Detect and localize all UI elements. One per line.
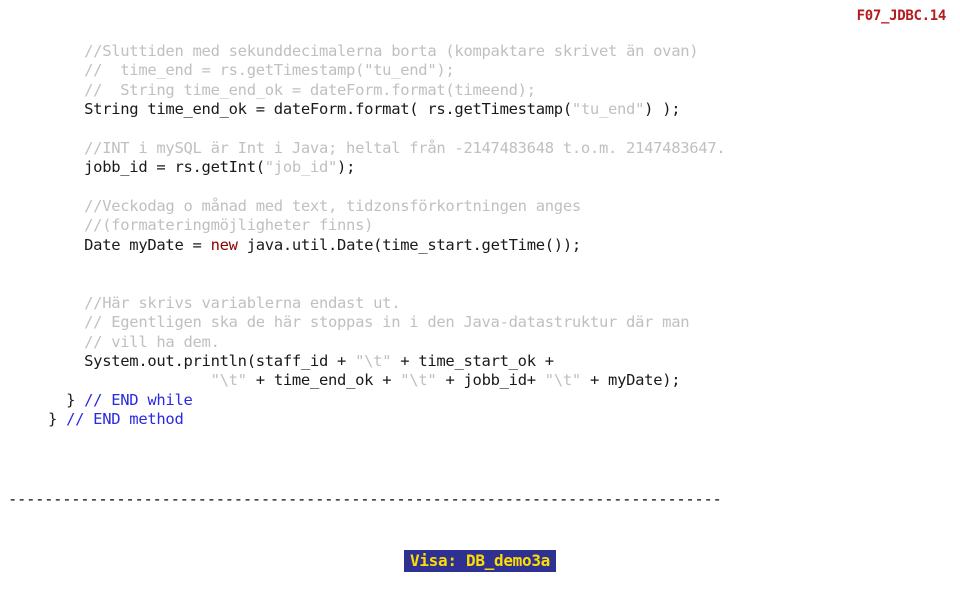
divider-line: ----------------------------------------…: [8, 490, 722, 509]
code-comment: // Egentligen ska de här stoppas in i de…: [48, 313, 689, 331]
code-comment-blue: // END method: [66, 410, 183, 428]
code-comment: //Veckodag o månad med text, tidzonsförk…: [48, 197, 581, 215]
code-line: + jobb_id+: [436, 371, 544, 389]
code-comment: //INT i mySQL är Int i Java; heltal från…: [48, 139, 725, 157]
code-string: "\t": [545, 371, 581, 389]
code-line: Date myDate =: [48, 236, 211, 254]
code-comment: //Sluttiden med sekunddecimalerna borta …: [48, 42, 698, 60]
code-line: [48, 371, 211, 389]
code-keyword: new: [211, 236, 238, 254]
code-comment-blue: // END while: [84, 391, 192, 409]
code-string: "\t": [355, 352, 391, 370]
code-line: }: [48, 410, 66, 428]
code-line: + time_start_ok +: [391, 352, 554, 370]
code-comment: //Här skrivs variablerna endast ut.: [48, 294, 400, 312]
code-line: ) );: [644, 100, 680, 118]
code-string: "\t": [400, 371, 436, 389]
code-line: java.util.Date(time_start.getTime());: [238, 236, 581, 254]
code-comment: // time_end = rs.getTimestamp("tu_end");: [48, 61, 454, 79]
code-line: + myDate);: [581, 371, 680, 389]
code-comment: // String time_end_ok = dateForm.format(…: [48, 81, 536, 99]
code-comment: // vill ha dem.: [48, 333, 220, 351]
code-line: jobb_id = rs.getInt(: [48, 158, 265, 176]
code-line: );: [337, 158, 355, 176]
code-line: }: [48, 391, 84, 409]
page-header-label: F07_JDBC.14: [857, 8, 946, 26]
code-string: "job_id": [265, 158, 337, 176]
code-string: "tu_end": [572, 100, 644, 118]
visa-badge-wrap: Visa: DB_demo3a: [0, 550, 960, 572]
code-line: System.out.println(staff_id +: [48, 352, 355, 370]
code-comment: //(formateringmöjligheter finns): [48, 216, 373, 234]
code-block: //Sluttiden med sekunddecimalerna borta …: [48, 42, 725, 430]
code-line: + time_end_ok +: [247, 371, 401, 389]
code-line: String time_end_ok = dateForm.format( rs…: [48, 100, 572, 118]
code-string: "\t": [211, 371, 247, 389]
visa-badge: Visa: DB_demo3a: [404, 550, 556, 572]
